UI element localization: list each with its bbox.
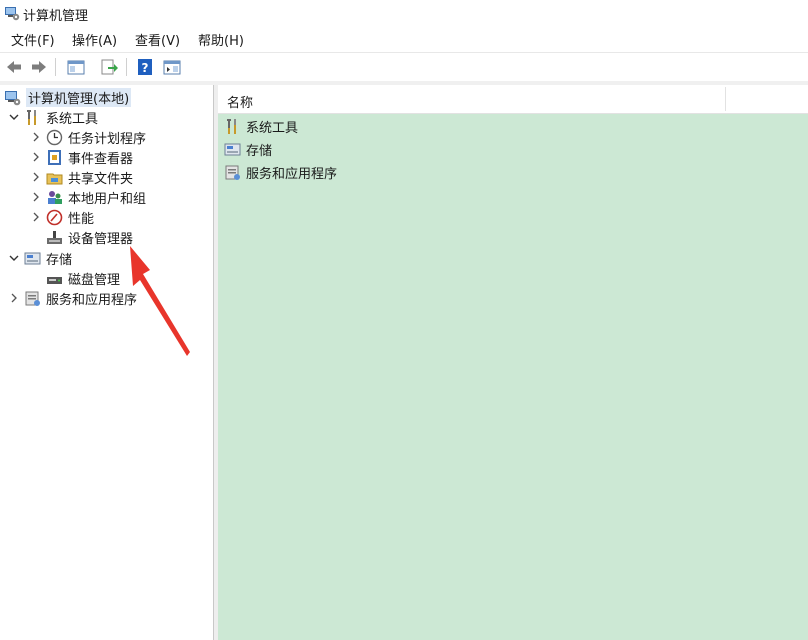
annotation-arrow-icon	[130, 246, 190, 356]
